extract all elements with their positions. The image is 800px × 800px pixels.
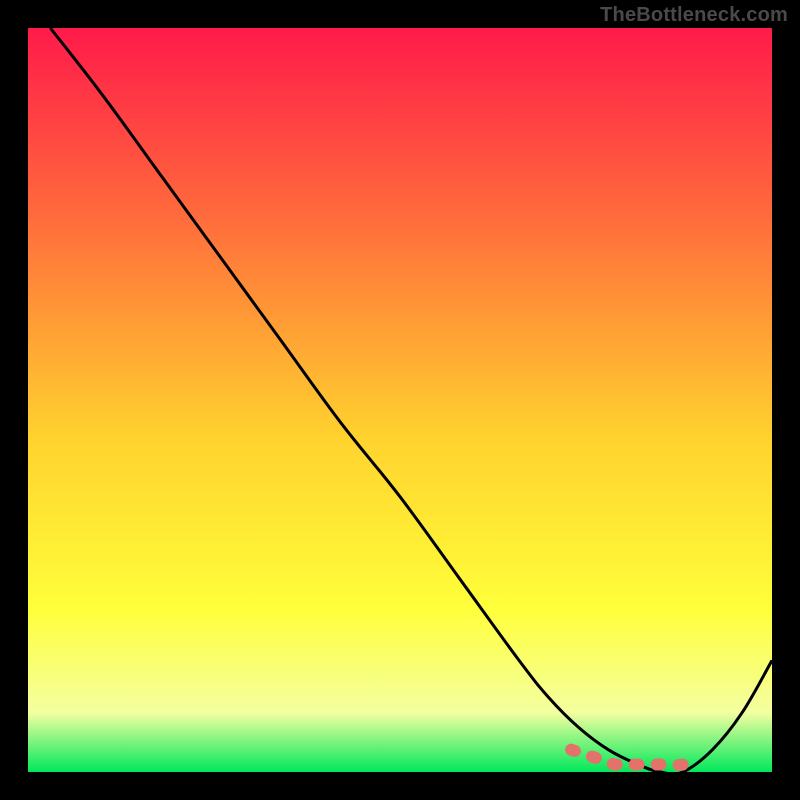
chart-svg [28,28,772,772]
chart-plot-area [28,28,772,772]
gradient-background [28,28,772,772]
chart-frame: TheBottleneck.com [0,0,800,800]
watermark-text: TheBottleneck.com [600,4,788,27]
